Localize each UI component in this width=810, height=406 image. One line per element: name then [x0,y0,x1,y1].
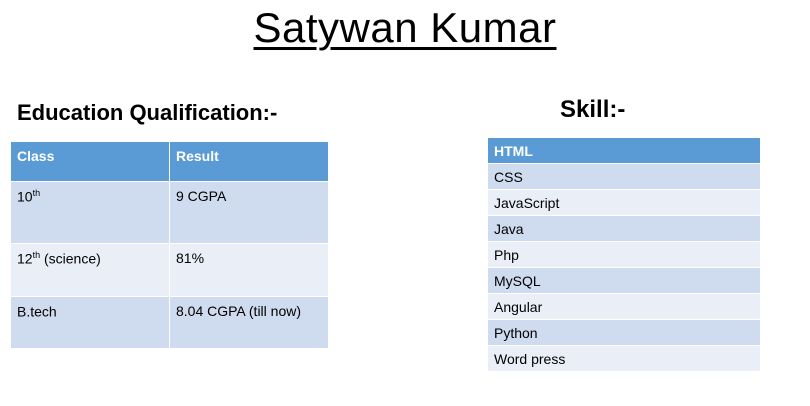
skill-item: JavaScript [487,189,761,216]
skill-item: MySQL [487,267,761,294]
skill-item: Php [487,241,761,268]
education-heading: Education Qualification:- [17,100,278,125]
education-table: Class Result 10th 9 CGPA 12th (science) … [10,141,329,349]
page-title: Satywan Kumar [253,4,557,51]
skill-row: Php [487,241,761,268]
skill-row: MySQL [487,267,761,294]
class-cell: 12th (science) [10,243,170,297]
table-header-row: Class Result [10,141,329,182]
skill-item: Word press [487,345,761,372]
skill-row: Java [487,215,761,242]
result-cell: 8.04 CGPA (till now) [169,296,329,349]
skill-row: Python [487,319,761,346]
column-header-result: Result [169,141,329,182]
class-value: 10 [17,188,33,205]
skill-table: HTML CSS JavaScript Java Php MySQL Angul… [487,137,761,372]
skill-header: HTML [487,137,761,164]
result-cell: 81% [169,243,329,297]
skill-item: Python [487,319,761,346]
class-value: B.tech [17,303,57,320]
skill-item: Java [487,215,761,242]
class-cell: B.tech [10,296,170,349]
column-header-class: Class [10,141,170,182]
class-superscript: th [32,188,41,198]
skill-heading: Skill:- [560,96,626,123]
skill-row: Angular [487,293,761,320]
skill-row: CSS [487,163,761,190]
class-value: 12 [17,250,33,267]
skill-row: Word press [487,345,761,372]
table-row: 10th 9 CGPA [10,181,329,244]
table-row: 12th (science) 81% [10,243,329,297]
class-superscript: th [32,250,41,260]
table-row: B.tech 8.04 CGPA (till now) [10,296,329,349]
skill-row: JavaScript [487,189,761,216]
result-cell: 9 CGPA [169,181,329,244]
table-header-row: HTML [487,137,761,164]
class-cell: 10th [10,181,170,244]
class-suffix: (science) [40,250,101,267]
skill-item: Angular [487,293,761,320]
skill-item: CSS [487,163,761,190]
